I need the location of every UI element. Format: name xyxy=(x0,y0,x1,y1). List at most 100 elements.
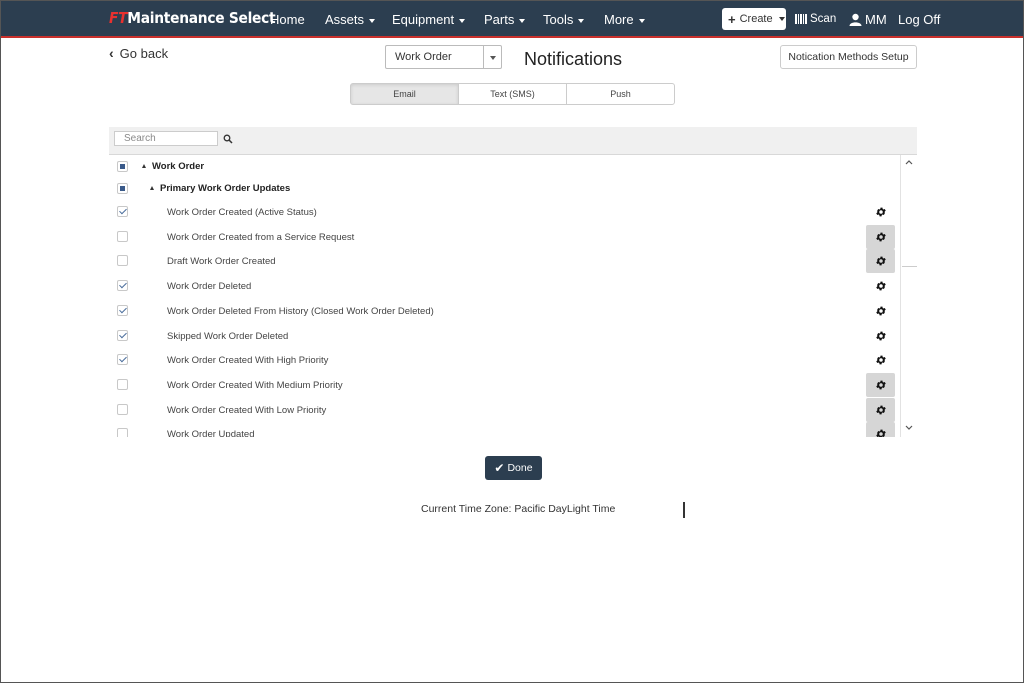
tree-root-label: Work Order xyxy=(152,161,205,172)
nav-assets[interactable]: Assets xyxy=(325,12,376,27)
item-checkbox[interactable] xyxy=(117,280,128,292)
search-icon[interactable] xyxy=(223,134,233,144)
tree-item-label: Work Order Created (Active Status) xyxy=(167,207,317,218)
nav-equipment[interactable]: Equipment xyxy=(392,12,466,27)
chevron-left-icon: ‹ xyxy=(109,45,114,61)
tree-item-row: Work Order Deleted xyxy=(109,274,899,298)
expand-triangle-icon[interactable] xyxy=(150,186,154,190)
item-settings-button[interactable] xyxy=(866,348,895,372)
item-checkbox[interactable] xyxy=(117,255,128,267)
item-settings-button[interactable] xyxy=(866,299,895,323)
item-settings-button[interactable] xyxy=(866,372,895,397)
tree-item-row: Work Order Created With Low Priority xyxy=(109,397,899,422)
gear-icon xyxy=(875,404,887,416)
nav-home[interactable]: Home xyxy=(270,12,305,27)
root-checkbox[interactable] xyxy=(117,161,128,172)
method-tabs: Email Text (SMS) Push xyxy=(350,83,675,105)
nav-tools[interactable]: Tools xyxy=(543,12,585,27)
item-checkbox[interactable] xyxy=(117,403,128,415)
scroll-thumb[interactable] xyxy=(902,167,917,267)
scroll-up-arrow-icon[interactable] xyxy=(904,157,914,167)
tree-item-label: Work Order Updated xyxy=(167,429,255,437)
item-checkbox[interactable] xyxy=(117,428,128,437)
item-settings-button[interactable] xyxy=(866,422,895,437)
tree-item-label: Work Order Created With High Priority xyxy=(167,355,329,367)
tab-email[interactable]: Email xyxy=(350,83,459,105)
item-checkbox[interactable] xyxy=(117,378,128,390)
gear-icon xyxy=(875,305,887,317)
group-checkbox[interactable] xyxy=(117,183,128,194)
tab-text-sms[interactable]: Text (SMS) xyxy=(458,83,567,105)
item-settings-button[interactable] xyxy=(866,397,895,422)
item-checkbox[interactable] xyxy=(117,206,128,217)
page-title: Notifications xyxy=(524,49,623,69)
text-cursor xyxy=(683,502,685,518)
item-settings-button[interactable] xyxy=(866,249,895,274)
caret-down-icon xyxy=(369,18,376,23)
item-settings-button[interactable] xyxy=(866,224,895,249)
tree-group-row: Primary Work Order Updates xyxy=(109,177,899,201)
tree-item-label: Draft Work Order Created xyxy=(167,256,276,268)
tab-push[interactable]: Push xyxy=(566,83,675,105)
nav-more[interactable]: More xyxy=(604,12,645,27)
barcode-icon xyxy=(795,14,807,24)
tree-item-label: Work Order Deleted From History (Closed … xyxy=(167,305,434,317)
user-menu[interactable]: MM xyxy=(849,12,887,27)
item-checkbox[interactable] xyxy=(117,230,128,242)
gear-icon xyxy=(875,330,887,342)
tree-item-row: Work Order Updated xyxy=(109,422,899,437)
tree-item-row: Draft Work Order Created xyxy=(109,249,899,274)
user-icon xyxy=(849,13,862,26)
scan-button[interactable]: Scan xyxy=(795,13,836,25)
tree-item-row: Skipped Work Order Deleted xyxy=(109,324,899,348)
gear-icon xyxy=(875,379,887,391)
brand-logo[interactable]: FTMaintenance Select xyxy=(109,9,276,27)
tree-item-row: Work Order Deleted From History (Closed … xyxy=(109,299,899,323)
scroll-down-arrow-icon[interactable] xyxy=(904,423,914,433)
caret-down-icon xyxy=(638,18,645,23)
logoff-link[interactable]: Log Off xyxy=(898,12,940,27)
tree-group-label: Primary Work Order Updates xyxy=(160,183,291,194)
expand-triangle-icon[interactable] xyxy=(142,164,146,168)
item-checkbox[interactable] xyxy=(117,304,128,316)
tree-item-label: Work Order Created With Medium Priority xyxy=(167,379,343,391)
plus-icon: + xyxy=(728,11,736,27)
item-settings-button[interactable] xyxy=(866,200,895,224)
tree-item-label: Work Order Created from a Service Reques… xyxy=(167,231,355,243)
nav-parts[interactable]: Parts xyxy=(484,12,526,27)
caret-down-icon xyxy=(459,18,466,23)
tree-item-label: Work Order Created With Low Priority xyxy=(167,404,327,416)
tree-item-label: Skipped Work Order Deleted xyxy=(167,330,289,342)
tree-item-row: Work Order Created (Active Status) xyxy=(109,200,899,224)
gear-icon xyxy=(875,255,887,267)
top-navbar: FTMaintenance Select Home Assets Equipme… xyxy=(1,1,1023,38)
item-settings-button[interactable] xyxy=(866,274,895,298)
tree-root-row: Work Order xyxy=(109,155,899,179)
checkmark-icon: ✔ xyxy=(494,461,505,475)
gear-icon xyxy=(875,231,887,243)
timezone-label: Current Time Zone: Pacific DayLight Time xyxy=(421,503,616,515)
tree-item-row: Work Order Created With Medium Priority xyxy=(109,372,899,397)
done-button[interactable]: ✔ Done xyxy=(485,456,542,480)
item-checkbox[interactable] xyxy=(117,329,128,341)
caret-down-icon xyxy=(578,18,585,23)
caret-down-icon xyxy=(519,18,526,23)
gear-icon xyxy=(875,428,887,437)
category-select[interactable]: Work Order xyxy=(385,45,502,69)
notification-methods-setup-button[interactable]: Notication Methods Setup xyxy=(780,45,917,69)
create-button[interactable]: + Create xyxy=(722,8,786,30)
tree-scrollbar[interactable] xyxy=(900,155,917,437)
tree-item-row: Work Order Created With High Priority xyxy=(109,348,899,372)
gear-icon xyxy=(875,354,887,366)
tree-item-label: Work Order Deleted xyxy=(167,281,252,293)
caret-down-icon xyxy=(778,17,785,21)
gear-icon xyxy=(875,280,887,292)
tree-item-row: Work Order Created from a Service Reques… xyxy=(109,224,899,249)
caret-down-icon xyxy=(490,56,496,60)
search-input[interactable] xyxy=(114,131,218,146)
notification-tree: Work Order Primary Work Order Updates Wo… xyxy=(109,155,917,437)
item-settings-button[interactable] xyxy=(866,324,895,348)
gear-icon xyxy=(875,206,887,218)
go-back-link[interactable]: ‹ Go back xyxy=(109,45,168,61)
item-checkbox[interactable] xyxy=(117,354,128,366)
